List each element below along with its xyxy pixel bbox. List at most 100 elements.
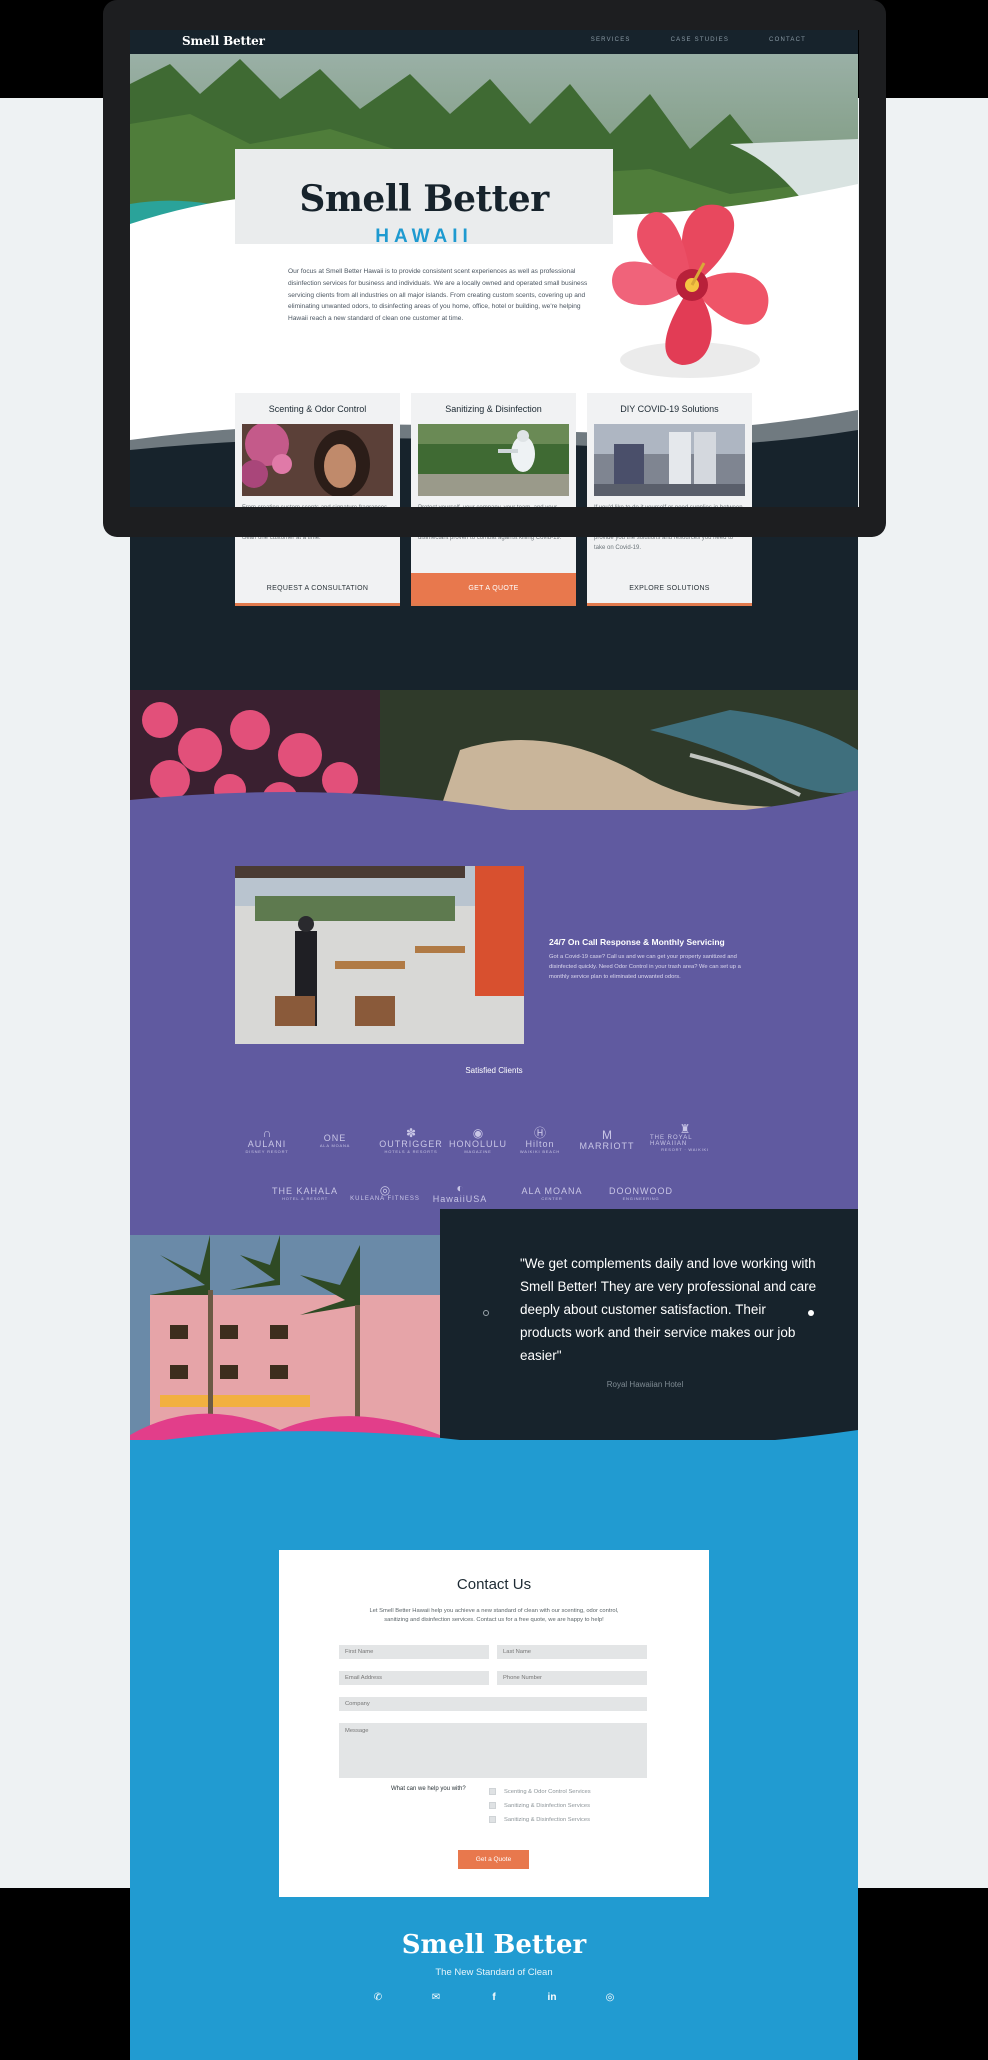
carousel-prev-dot[interactable]	[483, 1310, 489, 1316]
client-logo: ♜ THE ROYAL HAWAIIAN RESORT · WAIKIKI	[650, 1121, 720, 1152]
service-card-title: Scenting & Odor Control	[268, 404, 367, 414]
get-quote-button[interactable]: GET A QUOTE	[411, 573, 576, 603]
get-quote-submit-button[interactable]: Get a Quote	[458, 1850, 529, 1869]
last-name-field[interactable]	[497, 1645, 647, 1659]
client-logo-subtitle: HOTEL & RESORT	[282, 1195, 328, 1201]
client-logo-name: ALA MOANA	[521, 1185, 583, 1196]
option-label: Sanitizing & Disinfection Services	[504, 1802, 591, 1809]
client-logo-name: KULEANA FITNESS	[350, 1196, 420, 1202]
client-logo-mark-icon: ◉	[472, 1125, 484, 1140]
client-logo-mark-icon: Ⓗ	[533, 1125, 546, 1140]
client-logo-name: THE ROYAL HAWAIIAN	[650, 1134, 693, 1147]
first-name-field[interactable]	[339, 1645, 489, 1659]
explore-solutions-button[interactable]: EXPLORE SOLUTIONS	[587, 573, 752, 603]
client-logo: Ⓗ Hilton WAIKIKI BEACH	[510, 1125, 570, 1154]
diy-photo	[594, 424, 745, 496]
service-card-title: Sanitizing & Disinfection	[445, 404, 542, 414]
message-field[interactable]	[339, 1723, 647, 1778]
request-consultation-button[interactable]: REQUEST A CONSULTATION	[235, 573, 400, 603]
client-logo-subtitle: MAGAZINE	[464, 1148, 492, 1154]
checkbox[interactable]	[489, 1788, 496, 1795]
client-logo-name: HONOLULU	[449, 1138, 508, 1149]
service-card-scenting: Scenting & Odor Control From creating cu…	[235, 393, 400, 606]
client-logo: ONE ALA MOANA	[300, 1127, 370, 1153]
header-logo[interactable]: Smell Better	[182, 34, 265, 48]
nav-case-studies[interactable]: CASE STUDIES	[671, 37, 729, 43]
contact-intro: Let Smell Better Hawaii help you achieve…	[369, 1608, 619, 1623]
option-scenting[interactable]: Scenting & Odor Control Services	[489, 1788, 591, 1795]
nav-services[interactable]: SERVICES	[591, 37, 631, 43]
checkbox[interactable]	[489, 1816, 496, 1823]
sanitizing-photo	[418, 424, 569, 496]
site-header: Smell Better SERVICES CASE STUDIES CONTA…	[130, 30, 858, 54]
client-logo: ◉ HONOLULU MAGAZINE	[449, 1125, 506, 1154]
client-logo-mark-icon: ♜	[679, 1121, 691, 1136]
client-logo-subtitle: ENGINEERING	[622, 1195, 660, 1201]
hibiscus-flower-image	[600, 190, 785, 390]
client-logo-name: MARRIOTT	[579, 1141, 635, 1151]
client-logo-mark-icon: ◐	[456, 1181, 464, 1195]
email-field[interactable]	[339, 1671, 489, 1685]
client-logo-subtitle: RESORT · WAIKIKI	[661, 1146, 709, 1152]
testimonial-author: Royal Hawaiian Hotel	[606, 1380, 684, 1389]
client-logo-mark-icon: ∩	[262, 1125, 272, 1140]
client-logo: ◐ HawaiiUSA	[425, 1180, 495, 1206]
option-label: Scenting & Odor Control Services	[504, 1788, 591, 1795]
client-logo-subtitle: WAIKIKI BEACH	[519, 1148, 561, 1154]
service-card-sanitizing: Sanitizing & Disinfection Protect yourse…	[411, 393, 576, 606]
client-logo-name: OUTRIGGER	[379, 1138, 443, 1149]
company-field[interactable]	[339, 1697, 647, 1711]
footer-tagline: The New Standard of Clean	[435, 1967, 553, 1978]
client-logo-name: HawaiiUSA	[432, 1194, 488, 1204]
linkedin-icon[interactable]: in	[546, 1992, 558, 2003]
clients-heading: Satisfied Clients	[465, 1066, 523, 1075]
instagram-icon[interactable]: ◎	[604, 1992, 616, 2003]
client-logo: ∩ AULANI DISNEY RESORT	[235, 1125, 299, 1154]
service-card-diy: DIY COVID-19 Solutions If you'd like to …	[587, 393, 752, 606]
client-logo-subtitle: DISNEY RESORT	[245, 1148, 289, 1154]
testimonial-quote: "We get complements daily and love worki…	[520, 1256, 817, 1363]
client-logo-mark-icon: ✽	[405, 1125, 417, 1140]
hero-subtitle: HAWAII	[375, 226, 473, 247]
client-logo-name: ONE	[323, 1132, 347, 1143]
checkbox[interactable]	[489, 1802, 496, 1809]
patio-disinfection-photo	[235, 866, 524, 1044]
social-links: ✆ ✉ f in ◎	[130, 1992, 858, 2003]
website-mockup: Smell Better SERVICES CASE STUDIES CONTA…	[130, 30, 858, 2060]
hero-description: Our focus at Smell Better Hawaii is to p…	[288, 268, 588, 323]
client-logo: ◎ KULEANA FITNESS	[350, 1180, 420, 1206]
main-nav: SERVICES CASE STUDIES CONTACT	[591, 37, 806, 43]
footer-logo[interactable]: Smell Better	[130, 1930, 858, 1960]
contact-form-card: Contact Us Let Smell Better Hawaii help …	[279, 1550, 709, 1897]
phone-icon[interactable]: ✆	[372, 1992, 384, 2003]
frame-shadow-overlay	[130, 508, 858, 536]
email-icon[interactable]: ✉	[430, 1992, 442, 2003]
client-logo-mark-icon: ◎	[379, 1183, 391, 1197]
contact-title: Contact Us	[456, 1576, 532, 1593]
facebook-icon[interactable]: f	[488, 1992, 500, 2003]
oncall-heading: 24/7 On Call Response & Monthly Servicin…	[549, 937, 725, 947]
client-logo-subtitle: CENTER	[541, 1195, 563, 1201]
option-label: Sanitizing & Disinfection Services	[504, 1816, 591, 1823]
hero-title: Smell Better	[299, 178, 549, 220]
client-logo: ALA MOANA CENTER	[502, 1180, 602, 1206]
option-disinfection[interactable]: Sanitizing & Disinfection Services	[489, 1816, 590, 1823]
client-logo: M MARRIOTT	[580, 1127, 634, 1153]
client-logo-subtitle: ALA MOANA	[319, 1142, 351, 1148]
help-label: What can we help you with?	[391, 1786, 466, 1792]
client-logo: ✽ OUTRIGGER HOTELS & RESORTS	[376, 1125, 446, 1154]
nav-contact[interactable]: CONTACT	[769, 37, 806, 43]
client-logo-name: THE KAHALA	[271, 1185, 339, 1196]
client-logo-name: DOONWOOD	[609, 1185, 673, 1196]
client-logo: DOONWOOD ENGINEERING	[606, 1180, 676, 1206]
client-logo-name: Hilton	[525, 1138, 555, 1149]
phone-field[interactable]	[497, 1671, 647, 1685]
scenting-photo	[242, 424, 393, 496]
service-card-title: DIY COVID-19 Solutions	[620, 404, 719, 414]
option-sanitizing[interactable]: Sanitizing & Disinfection Services	[489, 1802, 590, 1809]
client-logo-name: AULANI	[247, 1138, 287, 1149]
client-logo-mark-icon: M	[602, 1128, 612, 1142]
client-logo-subtitle: HOTELS & RESORTS	[384, 1148, 438, 1154]
oncall-description: Got a Covid-19 case? Call us and we can …	[549, 954, 741, 980]
client-logo: THE KAHALA HOTEL & RESORT	[270, 1180, 340, 1206]
